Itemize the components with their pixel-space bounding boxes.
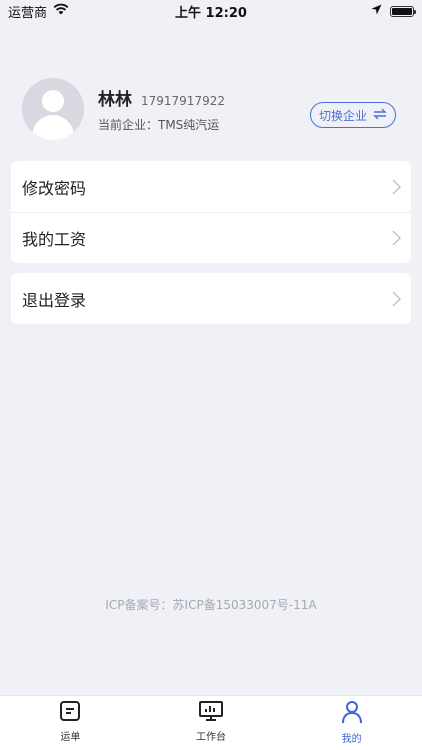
- carrier-label: 运营商: [8, 5, 48, 21]
- tab-workbench-label: 工作台: [196, 732, 226, 743]
- my-salary-item[interactable]: 我的工资: [11, 212, 411, 263]
- wifi-icon: [53, 3, 69, 19]
- location-arrow-icon: [371, 4, 382, 19]
- user-phone: 17917917922: [141, 94, 225, 108]
- swap-arrows-icon: [373, 108, 387, 123]
- logout-item[interactable]: 退出登录: [11, 273, 411, 324]
- my-salary-label: 我的工资: [22, 230, 87, 249]
- logout-label: 退出登录: [22, 290, 87, 310]
- switch-company-button[interactable]: 切换企业: [309, 102, 396, 128]
- battery-icon: [390, 5, 416, 17]
- tab-mine-label: 我的: [341, 734, 362, 745]
- current-company: 当前企业：TMS纯汽运: [98, 118, 220, 132]
- profile-icon: [341, 700, 363, 727]
- status-bar: 运营商 上午 12:20: [0, 0, 422, 22]
- logout-card: 退出登录: [11, 273, 411, 324]
- avatar[interactable]: [22, 78, 84, 140]
- tab-mine[interactable]: 我的: [281, 696, 422, 750]
- icp-record: ICP备案号：苏ICP备15033007号-11A: [105, 598, 317, 612]
- settings-card: 修改密码 我的工资: [11, 161, 411, 263]
- tab-bar: 运单 工作台 我的: [0, 695, 422, 750]
- switch-company-label: 切换企业: [318, 108, 367, 123]
- profile-header: 林林 17917917922 当前企业：TMS纯汽运 切换企业: [22, 78, 400, 140]
- waybill-icon: [59, 700, 81, 725]
- tab-waybill[interactable]: 运单: [0, 696, 141, 750]
- tab-waybill-label: 运单: [60, 732, 81, 743]
- user-name: 林林: [98, 90, 132, 110]
- change-password-label: 修改密码: [22, 178, 87, 198]
- chevron-right-icon: [392, 290, 401, 307]
- workbench-icon: [198, 700, 224, 725]
- chevron-right-icon: [392, 230, 401, 246]
- tab-workbench[interactable]: 工作台: [141, 696, 282, 750]
- change-password-item[interactable]: 修改密码: [11, 161, 411, 212]
- chevron-right-icon: [392, 178, 401, 195]
